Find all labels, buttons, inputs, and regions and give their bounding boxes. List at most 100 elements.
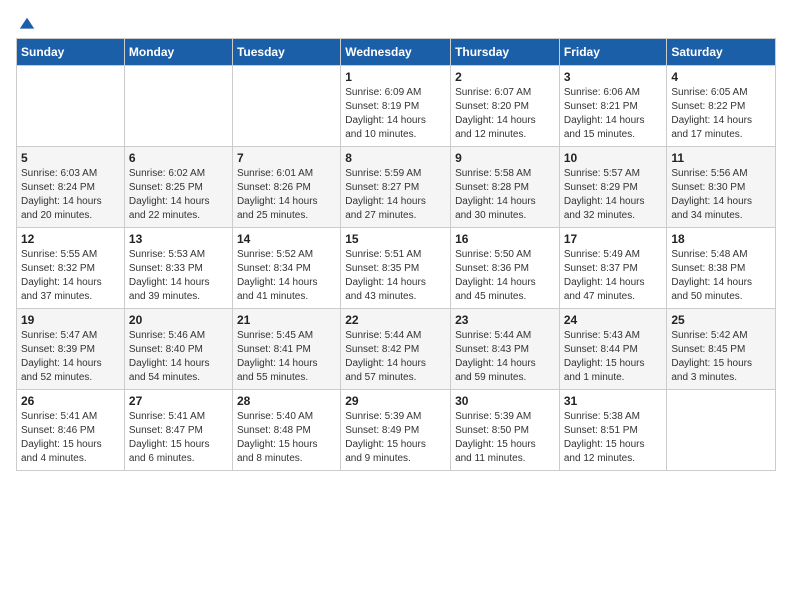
calendar-week-row: 5 Sunrise: 6:03 AM Sunset: 8:24 PM Daylig… xyxy=(17,147,776,228)
day-info: Sunrise: 5:56 AM Sunset: 8:30 PM Dayligh… xyxy=(671,167,771,223)
calendar-cell: 30 Sunrise: 5:39 AM Sunset: 8:50 PM Dayli… xyxy=(451,390,560,471)
calendar-cell: 4Sunrise: 6:05 AM Sunset: 8:22 PM Daylig… xyxy=(667,66,776,147)
calendar-cell xyxy=(124,66,232,147)
day-number: 28 xyxy=(237,394,336,408)
calendar-cell: 7 Sunrise: 6:01 AM Sunset: 8:26 PM Daylig… xyxy=(232,147,340,228)
day-number: 5 xyxy=(21,151,120,165)
calendar-cell: 18Sunrise: 5:48 AM Sunset: 8:38 PM Dayli… xyxy=(667,228,776,309)
day-number: 14 xyxy=(237,232,336,246)
calendar-header-row: SundayMondayTuesdayWednesdayThursdayFrid… xyxy=(17,39,776,66)
calendar-cell: 16Sunrise: 5:50 AM Sunset: 8:36 PM Dayli… xyxy=(451,228,560,309)
day-number: 27 xyxy=(129,394,228,408)
day-info: Sunrise: 5:53 AM Sunset: 8:33 PM Dayligh… xyxy=(129,248,228,304)
day-info: Sunrise: 5:59 AM Sunset: 8:27 PM Dayligh… xyxy=(345,167,446,223)
day-number: 31 xyxy=(564,394,663,408)
day-number: 29 xyxy=(345,394,446,408)
day-number: 17 xyxy=(564,232,663,246)
calendar-cell xyxy=(667,390,776,471)
calendar-cell: 31 Sunrise: 5:38 AM Sunset: 8:51 PM Dayli… xyxy=(559,390,667,471)
calendar-cell: 24 Sunrise: 5:43 AM Sunset: 8:44 PM Dayli… xyxy=(559,309,667,390)
day-number: 24 xyxy=(564,313,663,327)
day-number: 25 xyxy=(671,313,771,327)
day-info: Sunrise: 6:01 AM Sunset: 8:26 PM Dayligh… xyxy=(237,167,336,223)
day-info: Sunrise: 6:02 AM Sunset: 8:25 PM Dayligh… xyxy=(129,167,228,223)
day-number: 7 xyxy=(237,151,336,165)
day-info: Sunrise: 5:41 AM Sunset: 8:47 PM Dayligh… xyxy=(129,410,228,466)
calendar-cell: 15 Sunrise: 5:51 AM Sunset: 8:35 PM Dayli… xyxy=(341,228,451,309)
day-info: Sunrise: 5:55 AM Sunset: 8:32 PM Dayligh… xyxy=(21,248,120,304)
day-info: Sunrise: 5:51 AM Sunset: 8:35 PM Dayligh… xyxy=(345,248,446,304)
weekday-header: Friday xyxy=(559,39,667,66)
day-info: Sunrise: 5:40 AM Sunset: 8:48 PM Dayligh… xyxy=(237,410,336,466)
day-info: Sunrise: 6:07 AM Sunset: 8:20 PM Dayligh… xyxy=(455,86,555,142)
day-number: 21 xyxy=(237,313,336,327)
day-info: Sunrise: 5:39 AM Sunset: 8:49 PM Dayligh… xyxy=(345,410,446,466)
day-info: Sunrise: 5:41 AM Sunset: 8:46 PM Dayligh… xyxy=(21,410,120,466)
day-info: Sunrise: 6:03 AM Sunset: 8:24 PM Dayligh… xyxy=(21,167,120,223)
calendar-cell: 9Sunrise: 5:58 AM Sunset: 8:28 PM Daylig… xyxy=(451,147,560,228)
day-number: 1 xyxy=(345,70,446,84)
day-info: Sunrise: 5:52 AM Sunset: 8:34 PM Dayligh… xyxy=(237,248,336,304)
day-number: 11 xyxy=(671,151,771,165)
calendar-cell: 22 Sunrise: 5:44 AM Sunset: 8:42 PM Dayli… xyxy=(341,309,451,390)
calendar-cell: 2 Sunrise: 6:07 AM Sunset: 8:20 PM Daylig… xyxy=(451,66,560,147)
calendar-table: SundayMondayTuesdayWednesdayThursdayFrid… xyxy=(16,38,776,471)
day-number: 2 xyxy=(455,70,555,84)
day-number: 6 xyxy=(129,151,228,165)
weekday-header: Tuesday xyxy=(232,39,340,66)
calendar-cell: 20 Sunrise: 5:46 AM Sunset: 8:40 PM Dayli… xyxy=(124,309,232,390)
day-info: Sunrise: 5:43 AM Sunset: 8:44 PM Dayligh… xyxy=(564,329,663,385)
calendar-week-row: 26 Sunrise: 5:41 AM Sunset: 8:46 PM Dayli… xyxy=(17,390,776,471)
day-info: Sunrise: 5:39 AM Sunset: 8:50 PM Dayligh… xyxy=(455,410,555,466)
calendar-cell xyxy=(232,66,340,147)
calendar-cell: 5 Sunrise: 6:03 AM Sunset: 8:24 PM Daylig… xyxy=(17,147,125,228)
day-number: 19 xyxy=(21,313,120,327)
day-info: Sunrise: 5:57 AM Sunset: 8:29 PM Dayligh… xyxy=(564,167,663,223)
calendar-week-row: 1Sunrise: 6:09 AM Sunset: 8:19 PM Daylig… xyxy=(17,66,776,147)
day-number: 18 xyxy=(671,232,771,246)
calendar-cell: 8 Sunrise: 5:59 AM Sunset: 8:27 PM Daylig… xyxy=(341,147,451,228)
calendar-cell: 19 Sunrise: 5:47 AM Sunset: 8:39 PM Dayli… xyxy=(17,309,125,390)
calendar-cell: 25 Sunrise: 5:42 AM Sunset: 8:45 PM Dayli… xyxy=(667,309,776,390)
calendar-cell: 28 Sunrise: 5:40 AM Sunset: 8:48 PM Dayli… xyxy=(232,390,340,471)
calendar-cell: 29 Sunrise: 5:39 AM Sunset: 8:49 PM Dayli… xyxy=(341,390,451,471)
day-info: Sunrise: 5:46 AM Sunset: 8:40 PM Dayligh… xyxy=(129,329,228,385)
calendar-cell xyxy=(17,66,125,147)
weekday-header: Monday xyxy=(124,39,232,66)
calendar-cell: 17 Sunrise: 5:49 AM Sunset: 8:37 PM Dayli… xyxy=(559,228,667,309)
day-info: Sunrise: 5:44 AM Sunset: 8:42 PM Dayligh… xyxy=(345,329,446,385)
day-number: 26 xyxy=(21,394,120,408)
day-number: 22 xyxy=(345,313,446,327)
day-info: Sunrise: 5:38 AM Sunset: 8:51 PM Dayligh… xyxy=(564,410,663,466)
calendar-cell: 14 Sunrise: 5:52 AM Sunset: 8:34 PM Dayli… xyxy=(232,228,340,309)
logo xyxy=(16,16,36,30)
calendar-cell: 11 Sunrise: 5:56 AM Sunset: 8:30 PM Dayli… xyxy=(667,147,776,228)
day-info: Sunrise: 5:42 AM Sunset: 8:45 PM Dayligh… xyxy=(671,329,771,385)
day-info: Sunrise: 5:45 AM Sunset: 8:41 PM Dayligh… xyxy=(237,329,336,385)
day-number: 10 xyxy=(564,151,663,165)
day-number: 30 xyxy=(455,394,555,408)
calendar-cell: 26 Sunrise: 5:41 AM Sunset: 8:46 PM Dayli… xyxy=(17,390,125,471)
calendar-week-row: 12 Sunrise: 5:55 AM Sunset: 8:32 PM Dayli… xyxy=(17,228,776,309)
day-info: Sunrise: 5:49 AM Sunset: 8:37 PM Dayligh… xyxy=(564,248,663,304)
weekday-header: Sunday xyxy=(17,39,125,66)
day-number: 13 xyxy=(129,232,228,246)
day-number: 8 xyxy=(345,151,446,165)
weekday-header: Thursday xyxy=(451,39,560,66)
calendar-cell: 12 Sunrise: 5:55 AM Sunset: 8:32 PM Dayli… xyxy=(17,228,125,309)
calendar-cell: 6 Sunrise: 6:02 AM Sunset: 8:25 PM Daylig… xyxy=(124,147,232,228)
calendar-cell: 1Sunrise: 6:09 AM Sunset: 8:19 PM Daylig… xyxy=(341,66,451,147)
day-number: 9 xyxy=(455,151,555,165)
day-number: 4 xyxy=(671,70,771,84)
day-info: Sunrise: 5:47 AM Sunset: 8:39 PM Dayligh… xyxy=(21,329,120,385)
day-info: Sunrise: 5:44 AM Sunset: 8:43 PM Dayligh… xyxy=(455,329,555,385)
day-number: 12 xyxy=(21,232,120,246)
logo-icon xyxy=(18,16,36,34)
weekday-header: Wednesday xyxy=(341,39,451,66)
calendar-cell: 13 Sunrise: 5:53 AM Sunset: 8:33 PM Dayli… xyxy=(124,228,232,309)
day-number: 15 xyxy=(345,232,446,246)
calendar-cell: 10 Sunrise: 5:57 AM Sunset: 8:29 PM Dayli… xyxy=(559,147,667,228)
calendar-cell: 21 Sunrise: 5:45 AM Sunset: 8:41 PM Dayli… xyxy=(232,309,340,390)
day-number: 3 xyxy=(564,70,663,84)
day-number: 20 xyxy=(129,313,228,327)
